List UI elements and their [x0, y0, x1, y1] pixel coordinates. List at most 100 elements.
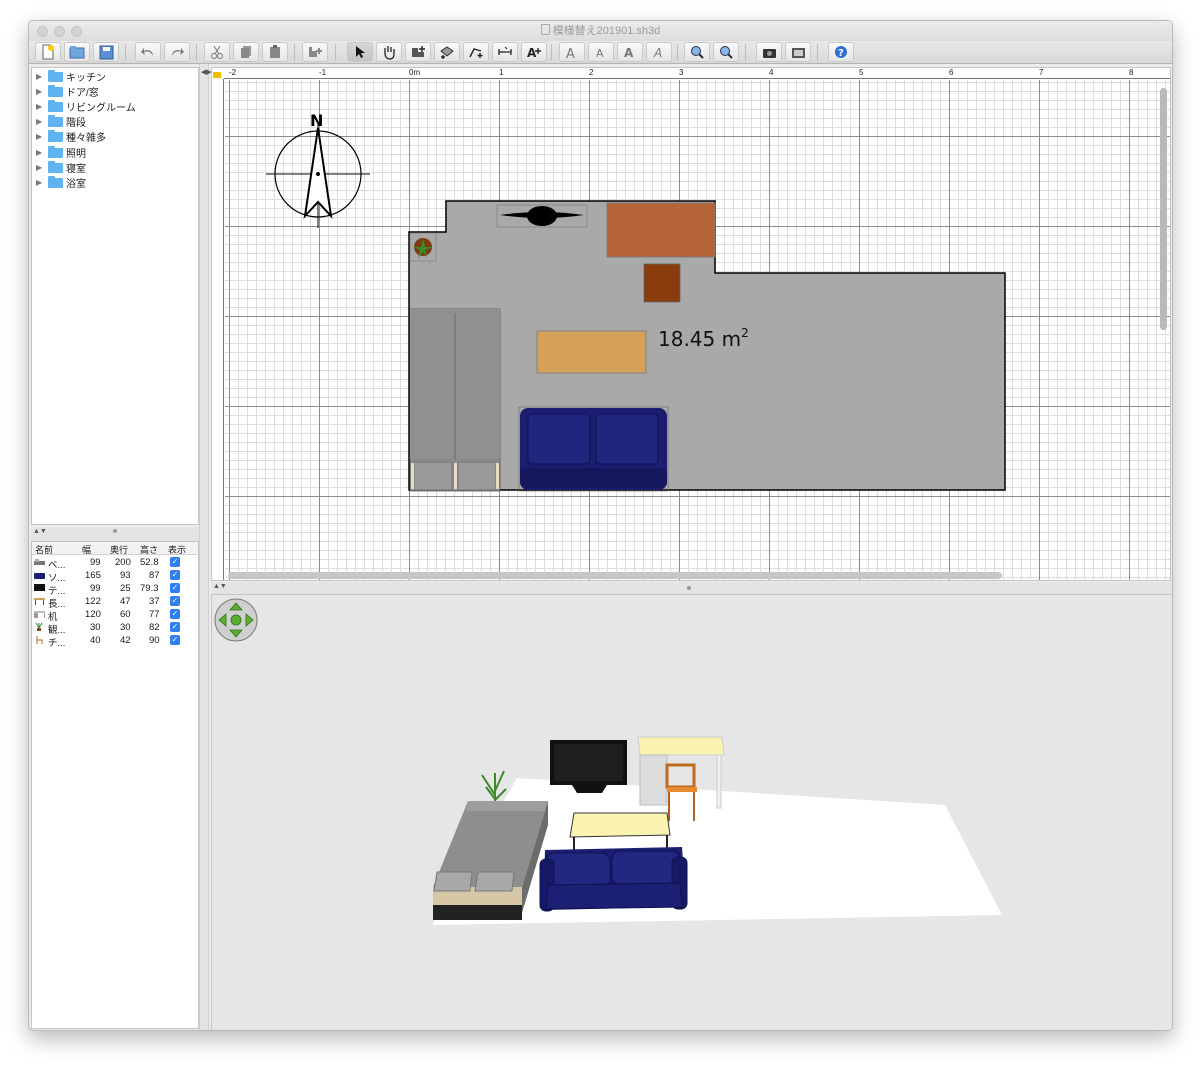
table-row[interactable]: チ... 40 42 90 ✓ [32, 634, 198, 649]
plan-vertical-scrollbar[interactable] [1160, 88, 1167, 330]
visibility-checkbox[interactable]: ✓ [170, 609, 180, 619]
expand-arrow-icon[interactable]: ▶ [36, 148, 48, 157]
catalog-category-stairs[interactable]: ▶ 階段 [36, 114, 86, 129]
save-button[interactable] [93, 42, 119, 62]
catalog-category-label: 寝室 [66, 164, 86, 175]
catalog-category-lighting[interactable]: ▶ 照明 [36, 145, 86, 160]
close-window-button[interactable] [37, 26, 48, 37]
table-row[interactable]: 机 120 60 77 ✓ [32, 608, 198, 623]
window-title: 模様替え201901.sh3d [552, 25, 661, 37]
table-row[interactable]: テ... 99 25 79.3 ✓ [32, 582, 198, 597]
open-button[interactable] [64, 42, 90, 62]
create-rooms-button[interactable] [434, 42, 460, 62]
3d-navigation-arrows-icon[interactable] [214, 598, 258, 642]
sofa-plan[interactable] [518, 406, 669, 492]
plan-view[interactable]: -2 -1 0m 1 2 3 4 5 6 7 8 0m 1 2 3 4 [211, 67, 1171, 581]
catalog-category-bathroom[interactable]: ▶ 浴室 [36, 175, 86, 190]
select-mode-button[interactable] [347, 42, 373, 62]
plan-drawing: N 18.45 m2 [266, 111, 1006, 492]
expand-arrow-icon[interactable]: ▶ [36, 178, 48, 187]
coffee-table-plan[interactable] [536, 330, 647, 374]
create-polylines-icon [469, 48, 483, 58]
create-photo-button[interactable] [756, 42, 782, 62]
visibility-checkbox[interactable]: ✓ [170, 635, 180, 645]
catalog-splitter[interactable]: ▲▼ [31, 527, 199, 541]
create-video-button[interactable] [785, 42, 811, 62]
3d-view[interactable] [211, 594, 1172, 1030]
italic-text-button[interactable]: A [646, 42, 672, 62]
help-icon: ? [835, 46, 847, 59]
chair-plan[interactable] [643, 263, 681, 303]
folder-icon [48, 175, 63, 188]
add-text-icon: A [527, 46, 541, 59]
add-furniture-button[interactable] [302, 42, 328, 62]
cut-icon [211, 45, 223, 59]
svg-text:A: A [653, 46, 662, 59]
expand-arrow-icon[interactable]: ▶ [36, 87, 48, 96]
table-row[interactable]: 長... 122 47 37 ✓ [32, 595, 198, 610]
catalog-category-label: キッチン [66, 73, 106, 84]
create-walls-icon [412, 46, 425, 57]
desk-plan[interactable] [606, 202, 716, 258]
catalog-category-label: 浴室 [66, 179, 86, 190]
bold-text-button[interactable]: A [617, 42, 643, 62]
chair-icon [36, 636, 43, 644]
plan-horizontal-scrollbar[interactable] [228, 572, 1002, 579]
svg-text:A: A [596, 47, 604, 59]
expand-arrow-icon[interactable]: ▶ [36, 163, 48, 172]
create-walls-button[interactable] [405, 42, 431, 62]
desk-icon [34, 611, 45, 618]
increase-text-size-button[interactable]: A [559, 42, 585, 62]
zoom-in-button[interactable] [684, 42, 710, 62]
bed-plan[interactable] [409, 308, 501, 492]
column-header-name[interactable]: 名前 [35, 543, 53, 556]
minimize-window-button[interactable] [54, 26, 65, 37]
column-header-width[interactable]: 幅 [82, 543, 91, 556]
table-row[interactable]: 観... 30 30 82 ✓ [32, 621, 198, 636]
add-text-button[interactable]: A [521, 42, 547, 62]
cut-button[interactable] [204, 42, 230, 62]
copy-button[interactable] [233, 42, 259, 62]
column-header-visible[interactable]: 表示 [168, 543, 186, 556]
visibility-checkbox[interactable]: ✓ [170, 570, 180, 580]
vertical-splitter[interactable]: ◀▶ [199, 64, 212, 1030]
column-header-height[interactable]: 高さ [140, 543, 158, 556]
undo-icon [141, 48, 153, 56]
expand-arrow-icon[interactable]: ▶ [36, 117, 48, 126]
decrease-text-size-button[interactable]: A [588, 42, 614, 62]
table-row[interactable]: ソ... 165 93 87 ✓ [32, 569, 198, 584]
zoom-window-button[interactable] [71, 26, 82, 37]
catalog-category-doors-windows[interactable]: ▶ ドア/窓 [36, 84, 99, 99]
decrease-text-size-icon: A [596, 47, 604, 59]
table-row[interactable]: ベ... 99 200 52.8 ✓ [32, 556, 198, 571]
pan-mode-button[interactable] [376, 42, 402, 62]
column-header-depth[interactable]: 奥行 [110, 543, 128, 556]
expand-arrow-icon[interactable]: ▶ [36, 102, 48, 111]
help-button[interactable]: ? [828, 42, 854, 62]
visibility-checkbox[interactable]: ✓ [170, 622, 180, 632]
expand-arrow-icon[interactable]: ▶ [36, 72, 48, 81]
visibility-checkbox[interactable]: ✓ [170, 596, 180, 606]
create-polylines-button[interactable] [463, 42, 489, 62]
3d-sofa[interactable] [539, 847, 688, 912]
new-home-button[interactable] [35, 42, 61, 62]
plan-3d-splitter[interactable]: ▲▼ [211, 582, 1172, 594]
compass[interactable]: N [266, 111, 370, 228]
visibility-checkbox[interactable]: ✓ [170, 557, 180, 567]
redo-button[interactable] [164, 42, 190, 62]
visibility-checkbox[interactable]: ✓ [170, 583, 180, 593]
catalog-category-label: リビングルーム [66, 103, 136, 114]
catalog-category-label: 階段 [66, 118, 86, 129]
paste-button[interactable] [262, 42, 288, 62]
expand-arrow-icon[interactable]: ▶ [36, 132, 48, 141]
create-dimensions-button[interactable] [492, 42, 518, 62]
catalog-category-misc[interactable]: ▶ 種々雑多 [36, 129, 106, 144]
catalog-category-kitchen[interactable]: ▶ キッチン [36, 69, 106, 84]
zoom-in-icon [691, 46, 704, 59]
furniture-list: 名前 幅 奥行 高さ 表示 ベ... 99 200 52.8 ✓ ソ... 16… [31, 541, 199, 1029]
catalog-category-bedroom[interactable]: ▶ 寝室 [36, 160, 86, 175]
zoom-out-button[interactable] [713, 42, 739, 62]
catalog-category-living-room[interactable]: ▶ リビングルーム [36, 99, 136, 114]
svg-text:?: ? [838, 48, 844, 59]
undo-button[interactable] [135, 42, 161, 62]
